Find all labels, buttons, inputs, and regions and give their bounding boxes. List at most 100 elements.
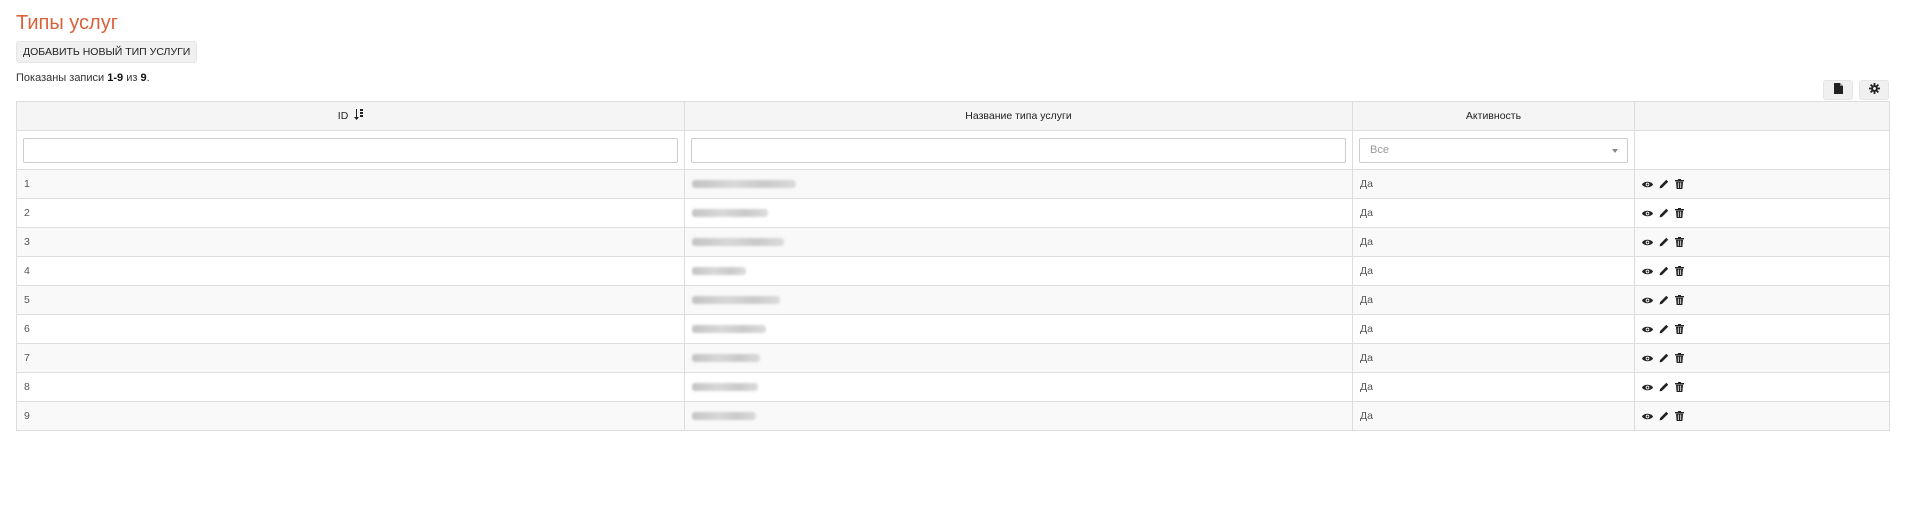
summary-range: 1-9 (107, 72, 124, 84)
cell-actions (1634, 372, 1890, 402)
eye-icon[interactable] (1642, 238, 1653, 247)
trash-icon[interactable] (1675, 237, 1684, 247)
filter-cell-active: Все (1352, 130, 1635, 170)
filter-row: Все (16, 130, 1890, 170)
column-header-active[interactable]: Активность (1352, 101, 1635, 131)
cell-name (684, 314, 1353, 344)
pencil-icon[interactable] (1659, 295, 1669, 305)
table-row: 5 Да (16, 285, 1890, 315)
eye-icon[interactable] (1642, 267, 1653, 276)
table-row: 2 Да (16, 198, 1890, 228)
pencil-icon[interactable] (1659, 353, 1669, 363)
table-row: 3 Да (16, 227, 1890, 257)
settings-button[interactable] (1859, 80, 1889, 100)
cell-active: Да (1352, 227, 1635, 257)
eye-icon[interactable] (1642, 296, 1653, 305)
cell-id: 1 (16, 169, 685, 199)
eye-icon[interactable] (1642, 209, 1653, 218)
trash-icon[interactable] (1675, 179, 1684, 189)
redacted-service-name (692, 325, 766, 334)
cell-id: 2 (16, 198, 685, 228)
redacted-service-name (692, 209, 768, 218)
cell-id: 5 (16, 285, 685, 315)
row-actions (1642, 237, 1882, 247)
export-button[interactable] (1823, 80, 1853, 100)
active-filter-selected-value: Все (1370, 143, 1389, 156)
grid-toolbar (1823, 80, 1889, 100)
pencil-icon[interactable] (1659, 179, 1669, 189)
service-types-table: ID Название типа услуги Активность Все 1… (16, 101, 1890, 431)
active-filter-select[interactable]: Все (1359, 137, 1628, 163)
eye-icon[interactable] (1642, 325, 1653, 334)
cell-active: Да (1352, 256, 1635, 286)
sort-ascending-icon[interactable] (354, 109, 364, 123)
cell-id: 9 (16, 401, 685, 431)
cell-active: Да (1352, 198, 1635, 228)
cell-actions (1634, 169, 1890, 199)
cell-actions (1634, 285, 1890, 315)
cell-active: Да (1352, 343, 1635, 373)
eye-icon[interactable] (1642, 383, 1653, 392)
id-filter-input[interactable] (23, 137, 678, 163)
trash-icon[interactable] (1675, 295, 1684, 305)
trash-icon[interactable] (1675, 266, 1684, 276)
cell-actions (1634, 198, 1890, 228)
row-actions (1642, 179, 1882, 189)
eye-icon[interactable] (1642, 180, 1653, 189)
summary-middle: из (123, 72, 141, 84)
filter-cell-id (16, 130, 685, 170)
table-row: 4 Да (16, 256, 1890, 286)
cell-id: 8 (16, 372, 685, 402)
eye-icon[interactable] (1642, 354, 1653, 363)
cell-name (684, 401, 1353, 431)
redacted-service-name (692, 412, 756, 421)
pencil-icon[interactable] (1659, 208, 1669, 218)
cell-active: Да (1352, 372, 1635, 402)
table-row: 9 Да (16, 401, 1890, 431)
row-actions (1642, 353, 1882, 363)
pencil-icon[interactable] (1659, 324, 1669, 334)
chevron-down-icon (1612, 148, 1618, 153)
pencil-icon[interactable] (1659, 237, 1669, 247)
cell-name (684, 256, 1353, 286)
cell-active: Да (1352, 314, 1635, 344)
cell-active: Да (1352, 169, 1635, 199)
page-title: Типы услуг (16, 12, 119, 34)
cell-active: Да (1352, 401, 1635, 431)
column-header-id[interactable]: ID (16, 101, 685, 131)
trash-icon[interactable] (1675, 411, 1684, 421)
row-actions (1642, 324, 1882, 334)
cell-actions (1634, 314, 1890, 344)
row-actions (1642, 266, 1882, 276)
column-header-id-label: ID (337, 109, 349, 122)
cell-name (684, 169, 1353, 199)
header-row: ID Название типа услуги Активность (16, 101, 1890, 131)
cell-active: Да (1352, 285, 1635, 315)
cell-actions (1634, 227, 1890, 257)
trash-icon[interactable] (1675, 382, 1684, 392)
name-filter-input[interactable] (691, 137, 1346, 163)
trash-icon[interactable] (1675, 208, 1684, 218)
redacted-service-name (692, 354, 760, 363)
summary-prefix: Показаны записи (16, 72, 108, 84)
row-actions (1642, 295, 1882, 305)
file-icon (1833, 81, 1843, 99)
redacted-service-name (692, 383, 758, 392)
row-actions (1642, 208, 1882, 218)
cell-name (684, 198, 1353, 228)
trash-icon[interactable] (1675, 353, 1684, 363)
column-header-name[interactable]: Название типа услуги (684, 101, 1353, 131)
table-row: 1 Да (16, 169, 1890, 199)
add-service-type-button[interactable]: ДОБАВИТЬ НОВЫЙ ТИП УСЛУГИ (16, 41, 198, 63)
gear-icon (1868, 81, 1880, 99)
cell-id: 3 (16, 227, 685, 257)
cell-name (684, 227, 1353, 257)
pencil-icon[interactable] (1659, 382, 1669, 392)
cell-id: 7 (16, 343, 685, 373)
pencil-icon[interactable] (1659, 266, 1669, 276)
filter-cell-name (684, 130, 1353, 170)
table-row: 6 Да (16, 314, 1890, 344)
eye-icon[interactable] (1642, 412, 1653, 421)
trash-icon[interactable] (1675, 324, 1684, 334)
pencil-icon[interactable] (1659, 411, 1669, 421)
